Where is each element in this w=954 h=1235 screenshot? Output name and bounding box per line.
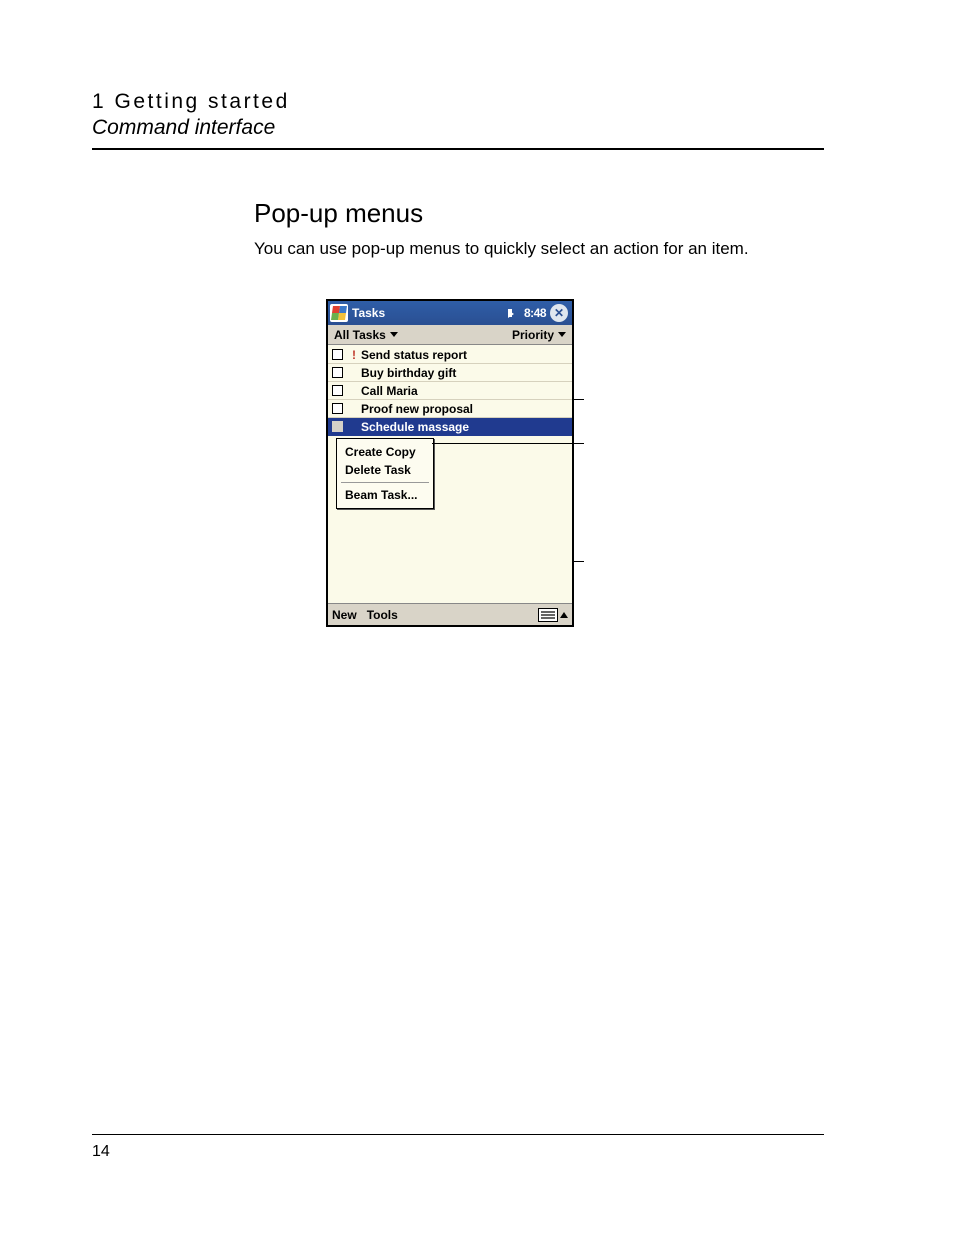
chevron-down-icon — [390, 332, 398, 337]
task-checkbox[interactable] — [332, 385, 343, 396]
task-label: Schedule massage — [361, 420, 469, 434]
task-checkbox[interactable] — [332, 367, 343, 378]
page-number: 14 — [92, 1143, 110, 1161]
new-button[interactable]: New — [332, 608, 357, 622]
speaker-icon[interactable] — [508, 307, 522, 319]
device-screenshot: Tasks 8:48 ✕ All Tasks Priority — [326, 299, 574, 627]
keyboard-icon[interactable] — [538, 608, 558, 622]
chevron-up-icon[interactable] — [560, 612, 568, 618]
filter-bar: All Tasks Priority — [328, 325, 572, 345]
task-label: Send status report — [361, 348, 467, 362]
menu-separator — [341, 482, 429, 483]
filter-sort-label: Priority — [512, 328, 554, 342]
context-menu: Create Copy Delete Task Beam Task... — [336, 438, 434, 509]
close-icon[interactable]: ✕ — [550, 304, 568, 322]
callout-line — [574, 399, 584, 400]
task-label: Proof new proposal — [361, 402, 473, 416]
command-bar: New Tools — [328, 603, 572, 625]
task-list: ! Send status report Buy birthday gift C… — [328, 345, 572, 603]
task-row[interactable]: Proof new proposal — [328, 400, 572, 418]
task-checkbox[interactable] — [332, 403, 343, 414]
task-row[interactable]: ! Send status report — [328, 346, 572, 364]
section-title: Command interface — [92, 116, 824, 140]
heading-popup-menus: Pop-up menus — [254, 198, 824, 229]
callout-line — [432, 443, 584, 444]
task-row-selected[interactable]: Schedule massage — [328, 418, 572, 436]
priority-icon: ! — [349, 348, 359, 362]
clock-time: 8:48 — [524, 306, 546, 320]
task-row[interactable]: Buy birthday gift — [328, 364, 572, 382]
menu-item-create-copy[interactable]: Create Copy — [337, 443, 433, 461]
start-icon[interactable] — [330, 304, 348, 322]
callout-line — [574, 561, 584, 562]
chapter-title: 1 Getting started — [92, 90, 824, 114]
task-row[interactable]: Call Maria — [328, 382, 572, 400]
window-titlebar: Tasks 8:48 ✕ — [328, 301, 572, 325]
task-checkbox[interactable] — [332, 349, 343, 360]
task-label: Buy birthday gift — [361, 366, 456, 380]
menu-item-beam-task[interactable]: Beam Task... — [337, 486, 433, 504]
page-header: 1 Getting started Command interface — [92, 90, 824, 150]
tools-button[interactable]: Tools — [367, 608, 398, 622]
body-text: You can use pop-up menus to quickly sele… — [254, 239, 824, 259]
filter-sort[interactable]: Priority — [512, 328, 566, 342]
chevron-down-icon — [558, 332, 566, 337]
task-label: Call Maria — [361, 384, 418, 398]
filter-category[interactable]: All Tasks — [334, 328, 398, 342]
filter-category-label: All Tasks — [334, 328, 386, 342]
app-title: Tasks — [352, 306, 385, 320]
menu-item-delete-task[interactable]: Delete Task — [337, 461, 433, 479]
task-checkbox[interactable] — [332, 421, 343, 432]
footer-rule — [92, 1134, 824, 1135]
